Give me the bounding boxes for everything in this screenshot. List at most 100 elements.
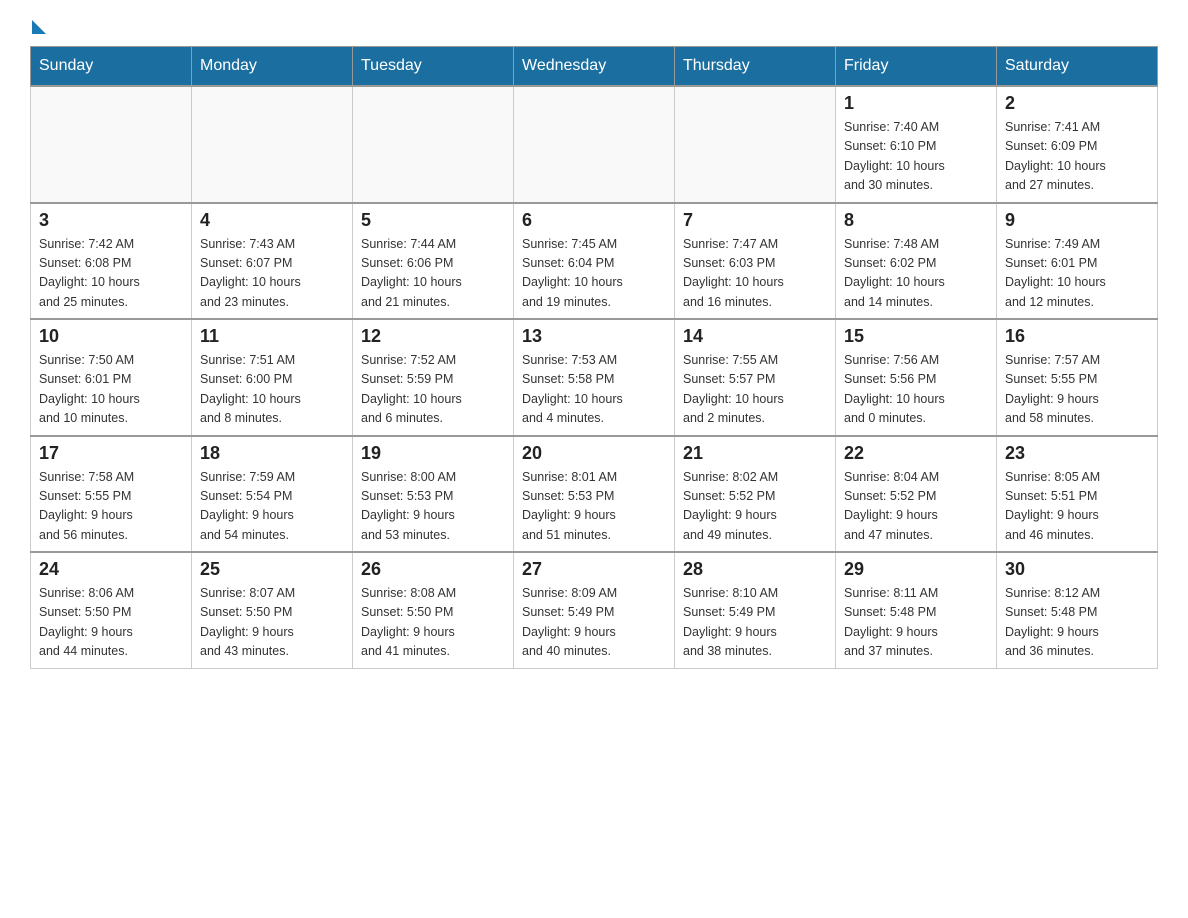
day-info: Sunrise: 8:01 AMSunset: 5:53 PMDaylight:… (522, 468, 666, 546)
day-info: Sunrise: 7:57 AMSunset: 5:55 PMDaylight:… (1005, 351, 1149, 429)
calendar-cell: 12 Sunrise: 7:52 AMSunset: 5:59 PMDayligh… (353, 319, 514, 436)
day-number: 7 (683, 210, 827, 231)
day-info: Sunrise: 7:42 AMSunset: 6:08 PMDaylight:… (39, 235, 183, 313)
day-number: 19 (361, 443, 505, 464)
day-number: 26 (361, 559, 505, 580)
calendar-cell: 8 Sunrise: 7:48 AMSunset: 6:02 PMDaylight… (836, 203, 997, 320)
day-number: 21 (683, 443, 827, 464)
day-info: Sunrise: 7:58 AMSunset: 5:55 PMDaylight:… (39, 468, 183, 546)
day-number: 23 (1005, 443, 1149, 464)
day-number: 11 (200, 326, 344, 347)
day-number: 28 (683, 559, 827, 580)
calendar-cell: 29 Sunrise: 8:11 AMSunset: 5:48 PMDayligh… (836, 552, 997, 668)
calendar-cell: 3 Sunrise: 7:42 AMSunset: 6:08 PMDaylight… (31, 203, 192, 320)
day-number: 15 (844, 326, 988, 347)
day-info: Sunrise: 7:50 AMSunset: 6:01 PMDaylight:… (39, 351, 183, 429)
day-info: Sunrise: 7:49 AMSunset: 6:01 PMDaylight:… (1005, 235, 1149, 313)
day-number: 24 (39, 559, 183, 580)
calendar-week-row: 10 Sunrise: 7:50 AMSunset: 6:01 PMDayligh… (31, 319, 1158, 436)
calendar-cell: 27 Sunrise: 8:09 AMSunset: 5:49 PMDayligh… (514, 552, 675, 668)
calendar-cell: 14 Sunrise: 7:55 AMSunset: 5:57 PMDayligh… (675, 319, 836, 436)
calendar-cell: 2 Sunrise: 7:41 AMSunset: 6:09 PMDaylight… (997, 86, 1158, 203)
day-info: Sunrise: 8:04 AMSunset: 5:52 PMDaylight:… (844, 468, 988, 546)
day-info: Sunrise: 8:10 AMSunset: 5:49 PMDaylight:… (683, 584, 827, 662)
weekday-header-thursday: Thursday (675, 47, 836, 87)
calendar-week-row: 1 Sunrise: 7:40 AMSunset: 6:10 PMDaylight… (31, 86, 1158, 203)
day-info: Sunrise: 7:41 AMSunset: 6:09 PMDaylight:… (1005, 118, 1149, 196)
day-number: 29 (844, 559, 988, 580)
weekday-header-tuesday: Tuesday (353, 47, 514, 87)
day-info: Sunrise: 7:51 AMSunset: 6:00 PMDaylight:… (200, 351, 344, 429)
day-info: Sunrise: 7:47 AMSunset: 6:03 PMDaylight:… (683, 235, 827, 313)
calendar-week-row: 17Sunrise: 7:58 AMSunset: 5:55 PMDayligh… (31, 436, 1158, 553)
day-info: Sunrise: 8:08 AMSunset: 5:50 PMDaylight:… (361, 584, 505, 662)
day-number: 18 (200, 443, 344, 464)
calendar-cell: 22Sunrise: 8:04 AMSunset: 5:52 PMDayligh… (836, 436, 997, 553)
day-number: 27 (522, 559, 666, 580)
day-number: 9 (1005, 210, 1149, 231)
day-number: 5 (361, 210, 505, 231)
day-number: 12 (361, 326, 505, 347)
day-number: 25 (200, 559, 344, 580)
day-info: Sunrise: 7:43 AMSunset: 6:07 PMDaylight:… (200, 235, 344, 313)
calendar-cell: 4 Sunrise: 7:43 AMSunset: 6:07 PMDaylight… (192, 203, 353, 320)
day-info: Sunrise: 8:12 AMSunset: 5:48 PMDaylight:… (1005, 584, 1149, 662)
day-info: Sunrise: 8:11 AMSunset: 5:48 PMDaylight:… (844, 584, 988, 662)
calendar-cell: 11 Sunrise: 7:51 AMSunset: 6:00 PMDayligh… (192, 319, 353, 436)
day-number: 1 (844, 93, 988, 114)
day-info: Sunrise: 7:59 AMSunset: 5:54 PMDaylight:… (200, 468, 344, 546)
calendar-cell (675, 86, 836, 203)
day-info: Sunrise: 7:52 AMSunset: 5:59 PMDaylight:… (361, 351, 505, 429)
day-info: Sunrise: 8:09 AMSunset: 5:49 PMDaylight:… (522, 584, 666, 662)
calendar-cell: 28 Sunrise: 8:10 AMSunset: 5:49 PMDayligh… (675, 552, 836, 668)
calendar-cell: 15 Sunrise: 7:56 AMSunset: 5:56 PMDayligh… (836, 319, 997, 436)
calendar-cell (192, 86, 353, 203)
calendar-table: SundayMondayTuesdayWednesdayThursdayFrid… (30, 46, 1158, 669)
day-number: 2 (1005, 93, 1149, 114)
day-number: 30 (1005, 559, 1149, 580)
day-info: Sunrise: 8:00 AMSunset: 5:53 PMDaylight:… (361, 468, 505, 546)
calendar-cell: 30 Sunrise: 8:12 AMSunset: 5:48 PMDayligh… (997, 552, 1158, 668)
day-info: Sunrise: 7:48 AMSunset: 6:02 PMDaylight:… (844, 235, 988, 313)
calendar-cell: 23 Sunrise: 8:05 AMSunset: 5:51 PMDayligh… (997, 436, 1158, 553)
day-info: Sunrise: 8:02 AMSunset: 5:52 PMDaylight:… (683, 468, 827, 546)
day-number: 14 (683, 326, 827, 347)
day-number: 16 (1005, 326, 1149, 347)
day-info: Sunrise: 8:05 AMSunset: 5:51 PMDaylight:… (1005, 468, 1149, 546)
day-info: Sunrise: 8:06 AMSunset: 5:50 PMDaylight:… (39, 584, 183, 662)
calendar-cell: 10 Sunrise: 7:50 AMSunset: 6:01 PMDayligh… (31, 319, 192, 436)
calendar-cell (353, 86, 514, 203)
day-info: Sunrise: 7:44 AMSunset: 6:06 PMDaylight:… (361, 235, 505, 313)
day-number: 8 (844, 210, 988, 231)
weekday-header-wednesday: Wednesday (514, 47, 675, 87)
calendar-header-row: SundayMondayTuesdayWednesdayThursdayFrid… (31, 47, 1158, 87)
calendar-cell: 17Sunrise: 7:58 AMSunset: 5:55 PMDayligh… (31, 436, 192, 553)
weekday-header-friday: Friday (836, 47, 997, 87)
day-number: 4 (200, 210, 344, 231)
weekday-header-monday: Monday (192, 47, 353, 87)
calendar-cell: 20 Sunrise: 8:01 AMSunset: 5:53 PMDayligh… (514, 436, 675, 553)
weekday-header-sunday: Sunday (31, 47, 192, 87)
day-info: Sunrise: 7:45 AMSunset: 6:04 PMDaylight:… (522, 235, 666, 313)
calendar-cell (514, 86, 675, 203)
calendar-cell: 7 Sunrise: 7:47 AMSunset: 6:03 PMDaylight… (675, 203, 836, 320)
day-number: 20 (522, 443, 666, 464)
day-info: Sunrise: 7:55 AMSunset: 5:57 PMDaylight:… (683, 351, 827, 429)
calendar-cell (31, 86, 192, 203)
day-info: Sunrise: 8:07 AMSunset: 5:50 PMDaylight:… (200, 584, 344, 662)
calendar-cell: 26 Sunrise: 8:08 AMSunset: 5:50 PMDayligh… (353, 552, 514, 668)
calendar-cell: 13Sunrise: 7:53 AMSunset: 5:58 PMDayligh… (514, 319, 675, 436)
day-info: Sunrise: 7:56 AMSunset: 5:56 PMDaylight:… (844, 351, 988, 429)
calendar-cell: 19 Sunrise: 8:00 AMSunset: 5:53 PMDayligh… (353, 436, 514, 553)
calendar-cell: 16 Sunrise: 7:57 AMSunset: 5:55 PMDayligh… (997, 319, 1158, 436)
weekday-header-saturday: Saturday (997, 47, 1158, 87)
page-header (30, 20, 1158, 36)
calendar-cell: 18 Sunrise: 7:59 AMSunset: 5:54 PMDayligh… (192, 436, 353, 553)
day-number: 10 (39, 326, 183, 347)
day-info: Sunrise: 7:53 AMSunset: 5:58 PMDaylight:… (522, 351, 666, 429)
calendar-cell: 21 Sunrise: 8:02 AMSunset: 5:52 PMDayligh… (675, 436, 836, 553)
day-info: Sunrise: 7:40 AMSunset: 6:10 PMDaylight:… (844, 118, 988, 196)
calendar-week-row: 3 Sunrise: 7:42 AMSunset: 6:08 PMDaylight… (31, 203, 1158, 320)
day-number: 3 (39, 210, 183, 231)
calendar-week-row: 24 Sunrise: 8:06 AMSunset: 5:50 PMDayligh… (31, 552, 1158, 668)
